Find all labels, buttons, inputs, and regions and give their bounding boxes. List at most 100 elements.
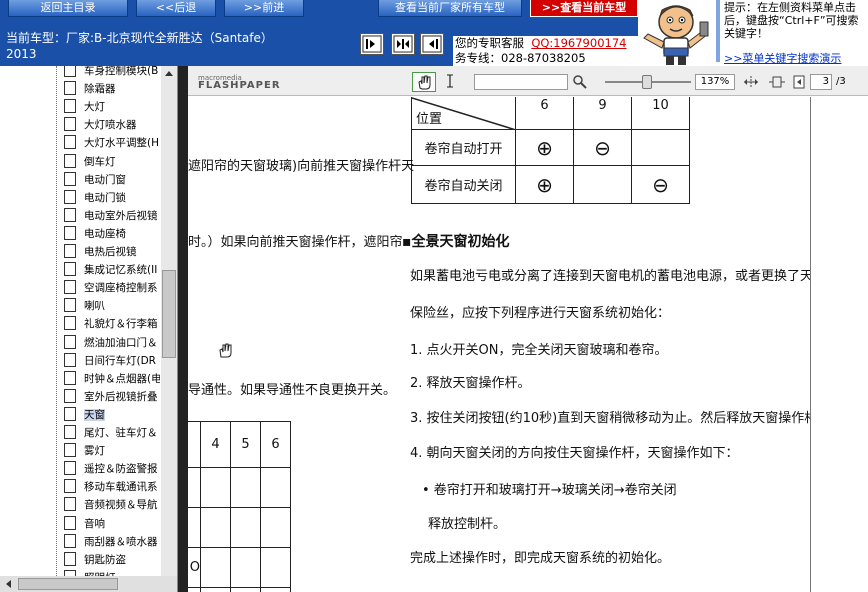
- switch-position-table: 位置 6 9 10 卷帘自动打开 ⊕ ⊖ 卷帘自动关闭 ⊕ ⊖: [411, 97, 690, 204]
- tree-item[interactable]: 大灯喷水器: [56, 116, 137, 134]
- hand-tool-button[interactable]: [412, 72, 436, 92]
- tree-item[interactable]: 燃油加油口门＆: [56, 334, 158, 352]
- current-model-button[interactable]: >>查看当前车型: [530, 0, 638, 17]
- horizontal-scroll-thumb[interactable]: [18, 578, 118, 590]
- vertical-scroll-thumb[interactable]: [162, 270, 176, 358]
- left-text-line: 遮阳帘的天窗玻璃)向前推天窗操作杆天: [188, 159, 415, 174]
- tree-item[interactable]: 音响: [56, 515, 105, 533]
- table-col-header: 5: [230, 421, 261, 468]
- conclusion-text: 完成上述操作时，即完成天窗系统的初始化。: [410, 551, 671, 566]
- table-row: 卷帘自动关闭 ⊕ ⊖: [411, 165, 690, 204]
- layout-left-button[interactable]: [360, 33, 384, 55]
- tree-item-label: 大灯喷水器: [84, 119, 137, 132]
- scroll-up-icon[interactable]: [161, 67, 177, 81]
- tree-item[interactable]: 电动座椅: [56, 225, 126, 243]
- document-icon: [64, 443, 76, 458]
- tree-item[interactable]: 雾灯: [56, 442, 105, 460]
- left-text-line: 时。）如果向前推天窗操作杆，遮阳帘: [188, 235, 403, 250]
- tree-item[interactable]: 移动车载通讯系: [56, 478, 158, 496]
- page-total: /3: [836, 76, 846, 87]
- bullet-item: • 卷帘打开和玻璃打开→玻璃关闭→卷帘关闭: [422, 483, 677, 498]
- scroll-left-icon[interactable]: [2, 576, 16, 592]
- tree-item[interactable]: 电动室外后视镜: [56, 207, 158, 225]
- table-row: O: [188, 547, 291, 588]
- tree-item[interactable]: 尾灯、驻车灯＆: [56, 424, 158, 442]
- tree-item-label: 电动座椅: [84, 227, 126, 240]
- tree-item-label: 电热后视镜: [84, 246, 137, 258]
- tree-item-label: 尾灯、驻车灯＆: [84, 427, 158, 439]
- document-icon: [64, 171, 76, 186]
- find-input[interactable]: [474, 74, 568, 90]
- tree-item[interactable]: 雨刮器＆喷水器: [56, 533, 158, 551]
- tree-item[interactable]: 天窗: [56, 406, 105, 424]
- tree-item[interactable]: 遥控＆防盗警报: [56, 460, 158, 478]
- home-button[interactable]: 返回主目录: [8, 0, 128, 17]
- zoom-slider-knob[interactable]: [642, 75, 652, 89]
- text-cursor-icon: [447, 74, 453, 88]
- document-icon: [64, 66, 76, 77]
- document-icon: [64, 117, 76, 132]
- document-page[interactable]: 位置 6 9 10 卷帘自动打开 ⊕ ⊖ 卷帘自动关闭 ⊕ ⊖ 遮阳帘的天窗玻璃…: [188, 97, 868, 592]
- tree-viewport: 车身控制模块(B 除霜器 大灯大灯喷水器大灯水平调整(H 倒车灯 电动门窗电动门锁电动室…: [0, 66, 160, 576]
- previous-page-icon[interactable]: [792, 74, 806, 90]
- text-select-tool[interactable]: [440, 72, 460, 92]
- document-icon: [64, 497, 76, 512]
- document-icon: [64, 479, 76, 494]
- tree-vertical-scrollbar[interactable]: [161, 66, 177, 576]
- all-models-button[interactable]: 查看当前厂家所有车型: [378, 0, 522, 17]
- tree-item[interactable]: 礼貌灯＆行李箱: [56, 315, 158, 333]
- zoom-level[interactable]: 137%: [695, 74, 735, 90]
- tree-item[interactable]: 室外后视镜折叠: [56, 388, 158, 406]
- qq-link[interactable]: QQ:1967900174: [531, 36, 626, 50]
- step-item: 1. 点火开关ON，完全关闭天窗玻璃和卷帘。: [410, 343, 668, 358]
- tree-item[interactable]: 电动门窗: [56, 171, 126, 189]
- tree-horizontal-scrollbar[interactable]: [0, 576, 177, 592]
- document-icon: [64, 225, 76, 240]
- tree-item[interactable]: 大灯: [56, 98, 105, 116]
- tree-item[interactable]: 音频视频＆导航: [56, 496, 158, 514]
- arrow-left-icon: [422, 35, 442, 53]
- tree-item[interactable]: 电动门锁: [56, 189, 126, 207]
- document-icon: [64, 370, 76, 385]
- document-icon: [64, 153, 76, 168]
- tree-item[interactable]: 空调座椅控制系: [56, 279, 158, 297]
- document-icon: [64, 352, 76, 367]
- document-icon: [64, 533, 76, 548]
- current-model-title: 当前车型：厂家:B-北京现代全新胜达（Santafe）2013: [6, 31, 273, 61]
- tree-item[interactable]: 车身控制模块(B: [56, 66, 158, 80]
- tree-item[interactable]: 日间行车灯(DR: [56, 352, 156, 370]
- bullet-item: 释放控制杆。: [428, 517, 507, 532]
- tree-item[interactable]: 集成记忆系统(II: [56, 261, 157, 279]
- tree-item[interactable]: 钥匙防盗: [56, 551, 126, 569]
- table-row: [188, 467, 291, 508]
- panel-splitter[interactable]: [178, 66, 188, 592]
- tree-item-label: 钥匙防盗: [84, 553, 126, 566]
- logo-product: FLASHPAPER: [198, 80, 281, 91]
- table-row-label: 卷帘自动关闭: [411, 165, 516, 204]
- tree-item[interactable]: 除霜器: [56, 80, 116, 98]
- tree-item[interactable]: 时钟＆点烟器(电: [56, 370, 160, 388]
- layout-center-button[interactable]: [391, 33, 415, 55]
- arrow-right-icon: [362, 35, 382, 53]
- tree-item[interactable]: 照明灯: [56, 569, 116, 576]
- document-icon: [64, 81, 76, 96]
- search-icon[interactable]: [572, 74, 588, 90]
- table-cell: ⊖: [573, 129, 632, 166]
- document-icon: [64, 334, 76, 349]
- keyword-search-demo-link[interactable]: >>菜单关键字搜索演示: [724, 50, 841, 66]
- forward-button[interactable]: >>前进: [224, 0, 304, 17]
- tree-item-label: 喇叭: [84, 300, 105, 313]
- tree-item[interactable]: 大灯水平调整(H: [56, 134, 159, 152]
- tree-item[interactable]: 喇叭: [56, 297, 105, 315]
- fit-width-icon[interactable]: [742, 74, 760, 90]
- tree-item[interactable]: 倒车灯: [56, 153, 116, 171]
- back-button[interactable]: <<后退: [136, 0, 216, 17]
- tree-item-label: 电动门锁: [84, 191, 126, 204]
- document-icon: [64, 207, 76, 222]
- document-icon: [64, 135, 76, 150]
- page-number-input[interactable]: 3: [810, 74, 832, 90]
- layout-right-button[interactable]: [420, 33, 444, 55]
- fit-page-icon[interactable]: [768, 74, 786, 90]
- tree-item[interactable]: 电热后视镜: [56, 243, 137, 261]
- body-paragraph: 如果蓄电池亏电或分离了连接到天窗电机的蓄电池电源，或者更换了天窗电机: [410, 269, 853, 284]
